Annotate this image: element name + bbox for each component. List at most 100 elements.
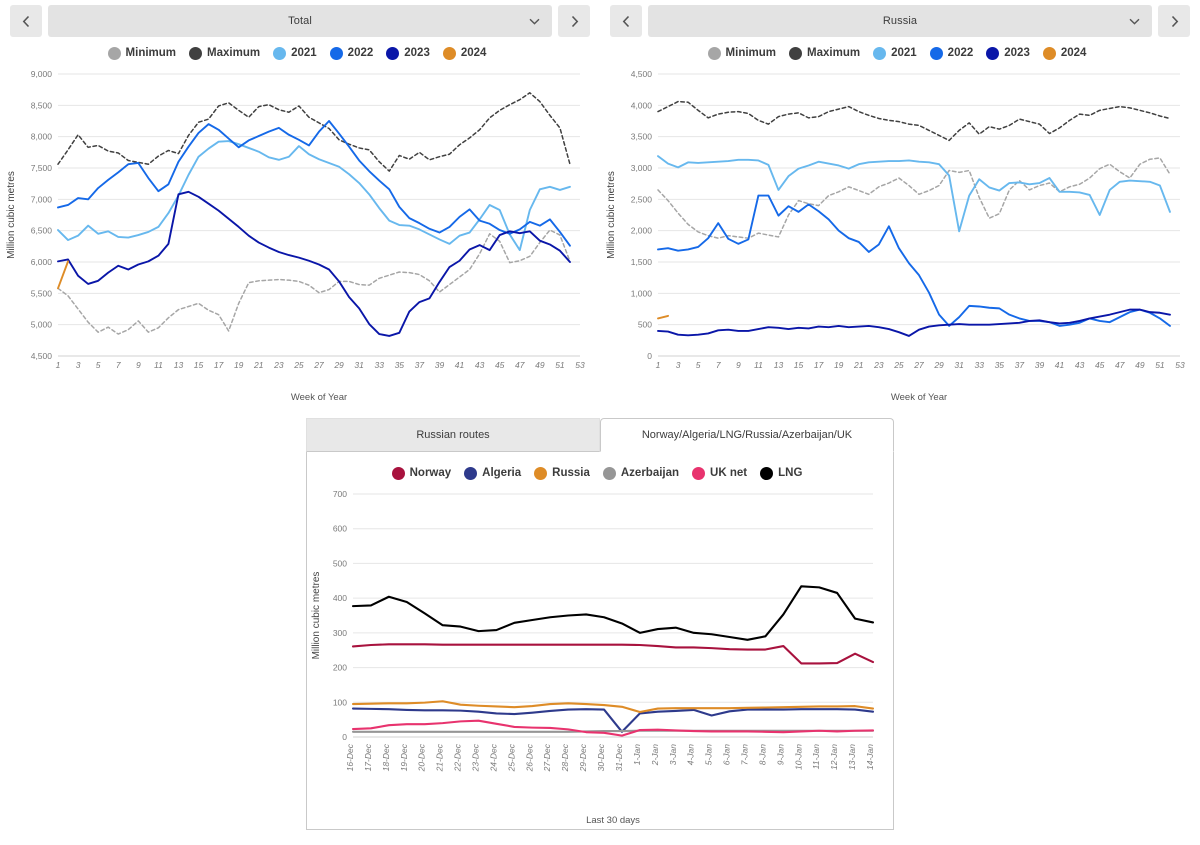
x-axis-tick: 3-Jan	[668, 744, 678, 766]
line-chart-russia: 0 500 1,000 1,500 2,000 2,500 3,000 3,500 4,000 4…	[606, 69, 1185, 403]
x-axis-tick: 45	[1095, 360, 1105, 370]
series-line-2022	[57, 120, 571, 247]
x-axis-tick: 39	[435, 360, 445, 370]
next-button-total[interactable]	[558, 5, 590, 37]
routes-legend-item[interactable]: Russia	[534, 466, 590, 480]
y-axis-tick: 4,500	[631, 69, 653, 79]
y-axis-tick: 5,000	[31, 320, 53, 330]
total-legend-item[interactable]: 2021	[273, 46, 317, 60]
chevron-down-icon	[529, 12, 540, 30]
x-axis-tick: 26-Dec	[524, 743, 534, 772]
x-axis-tick: 13	[174, 360, 184, 370]
y-axis-tick: 300	[333, 628, 347, 638]
x-axis-tick: 31-Dec	[614, 743, 624, 771]
x-axis-tick: 53	[575, 360, 585, 370]
region-dropdown-russia[interactable]: Russia	[648, 5, 1152, 37]
routes-card-body: Norway Algeria Russia Azerbaijan UK net LNG 0…	[306, 452, 894, 830]
routes-legend-item[interactable]: Azerbaijan	[602, 466, 680, 480]
x-axis-tick: 47	[515, 360, 525, 370]
routes-legend-item[interactable]: UK net	[692, 466, 747, 480]
x-axis-tick: 53	[1175, 360, 1185, 370]
y-axis-tick: 3,500	[631, 132, 653, 142]
region-dropdown-total[interactable]: Total	[48, 5, 552, 37]
legend-dot-icon	[329, 46, 343, 60]
x-axis-tick: 29-Dec	[578, 743, 588, 772]
x-axis-tick: 13	[774, 360, 784, 370]
y-axis-title: Million cubic metres	[606, 171, 617, 259]
total-legend-item[interactable]: Minimum	[107, 46, 177, 60]
x-axis-tick: 4-Jan	[686, 744, 696, 766]
total-legend-item[interactable]: 2023	[386, 46, 430, 60]
x-axis-tick: 24-Dec	[488, 743, 498, 772]
x-axis-tick: 28-Dec	[560, 743, 570, 772]
tab-russian-routes[interactable]: Russian routes	[306, 418, 600, 452]
routes-card: Russian routes Norway/Algeria/LNG/Russia/…	[306, 418, 894, 830]
routes-legend-item[interactable]: Norway	[391, 466, 451, 480]
prev-button-russia[interactable]	[610, 5, 642, 37]
legend-dot-icon	[692, 466, 706, 480]
series-line-2021	[57, 140, 571, 252]
total-legend-item[interactable]: 2024	[442, 46, 486, 60]
x-axis-tick: 17	[814, 360, 824, 370]
russia-legend-item[interactable]: Minimum	[707, 46, 776, 60]
y-axis-tick: 400	[333, 593, 347, 603]
x-axis-tick: 47	[1115, 360, 1125, 370]
y-axis-tick: 2,000	[631, 226, 653, 236]
x-axis-tick: 7	[716, 360, 721, 370]
x-axis-tick: 29	[933, 360, 944, 370]
legend-dot-icon	[107, 46, 121, 60]
x-axis-tick: 15	[794, 360, 804, 370]
legend-label: 2022	[947, 47, 974, 59]
x-axis-tick: 41	[1055, 360, 1065, 370]
x-axis-tick: 29	[333, 360, 344, 370]
region-dropdown-value-russia: Russia	[882, 15, 918, 27]
y-axis-title: Million cubic metres	[6, 171, 17, 259]
legend-label: Azerbaijan	[620, 467, 680, 479]
routes-legend-item[interactable]: Algeria	[464, 466, 521, 480]
series-line-2021	[657, 155, 1171, 233]
series-line-2024	[57, 260, 69, 290]
y-axis-tick: 0	[342, 732, 347, 742]
tab-multi-source[interactable]: Norway/Algeria/LNG/Russia/Azerbaijan/UK	[600, 418, 894, 452]
chart-legend-total: Minimum Maximum 2021 2022 2023 2024	[0, 42, 600, 64]
y-axis-tick: 2,500	[631, 194, 653, 204]
russia-legend-item[interactable]: 2023	[986, 46, 1030, 60]
x-axis-tick: 27	[913, 360, 924, 370]
x-axis-tick: 25	[893, 360, 904, 370]
russia-legend-item[interactable]: 2021	[873, 46, 917, 60]
x-axis-tick: 11	[154, 360, 163, 370]
prev-button-total[interactable]	[10, 5, 42, 37]
legend-dot-icon	[391, 466, 405, 480]
russia-legend-item[interactable]: Maximum	[789, 46, 860, 60]
legend-dot-icon	[386, 46, 400, 60]
legend-dot-icon	[602, 466, 616, 480]
y-axis-tick: 6,000	[31, 257, 53, 267]
y-axis-tick: 0	[647, 351, 652, 361]
x-axis-tick: 31	[954, 360, 964, 370]
series-line-2023	[657, 308, 1171, 337]
series-line-minimum	[657, 157, 1171, 239]
series-line-algeria	[351, 707, 875, 733]
total-legend-item[interactable]: Maximum	[189, 46, 260, 60]
chart-russia: 0 500 1,000 1,500 2,000 2,500 3,000 3,500 4,000 4…	[600, 64, 1200, 404]
legend-label: Minimum	[125, 47, 177, 59]
x-axis-title: Week of Year	[891, 392, 947, 403]
y-axis-tick: 200	[333, 663, 347, 673]
x-axis-tick: 5	[696, 360, 701, 370]
y-axis-tick: 8,500	[31, 100, 53, 110]
next-button-russia[interactable]	[1158, 5, 1190, 37]
russia-legend-item[interactable]: 2022	[929, 46, 974, 60]
y-axis-tick: 500	[333, 558, 347, 568]
series-line-lng	[351, 585, 875, 641]
total-legend-item[interactable]: 2022	[329, 46, 373, 60]
routes-legend-item[interactable]: LNG	[760, 466, 802, 480]
x-axis-tick: 23	[873, 360, 884, 370]
y-axis-tick: 8,000	[31, 132, 53, 142]
routes-legend: Norway Algeria Russia Azerbaijan UK net LNG	[307, 462, 893, 484]
legend-dot-icon	[760, 466, 774, 480]
x-axis-tick: 19	[834, 360, 844, 370]
x-axis-tick: 22-Dec	[453, 743, 463, 772]
chevron-left-icon	[22, 15, 29, 27]
y-axis-tick: 4,500	[31, 351, 53, 361]
russia-legend-item[interactable]: 2024	[1042, 46, 1086, 60]
